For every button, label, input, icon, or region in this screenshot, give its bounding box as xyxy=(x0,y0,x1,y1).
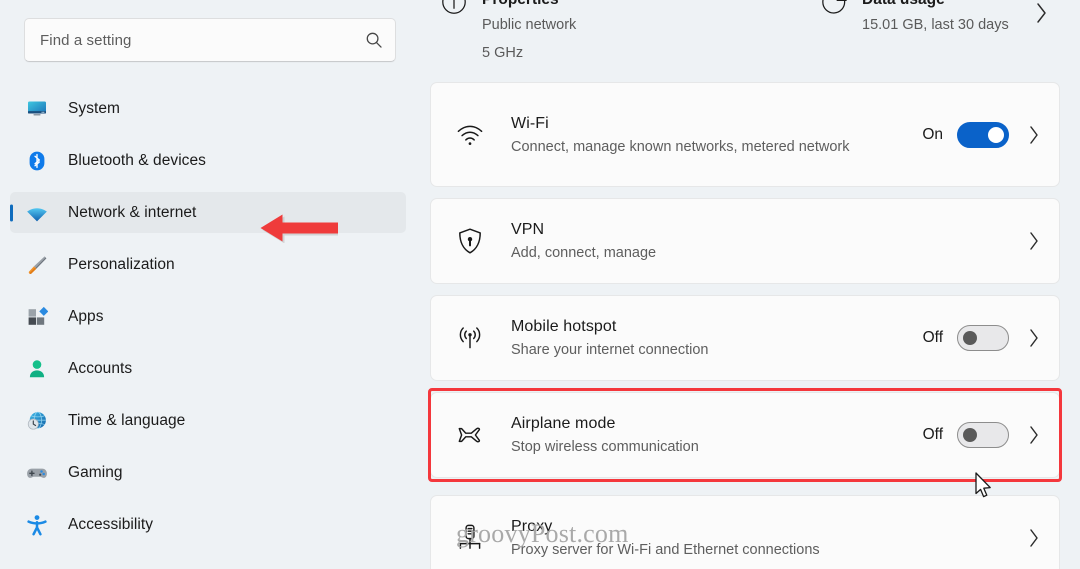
sidebar-item-label: System xyxy=(68,99,120,117)
person-icon xyxy=(26,358,48,380)
chevron-right-icon[interactable] xyxy=(1034,0,1050,31)
sidebar-item-system[interactable]: System xyxy=(10,88,406,129)
search-input-placeholder: Find a setting xyxy=(40,31,132,49)
proxy-server-icon xyxy=(455,523,485,553)
broadcast-tower-icon xyxy=(455,323,485,353)
card-subtitle: Stop wireless communication xyxy=(511,439,699,455)
card-controls xyxy=(1009,230,1041,252)
sidebar: Find a setting System Bluetooth & device… xyxy=(0,0,420,569)
card-subtitle: Connect, manage known networks, metered … xyxy=(511,138,850,155)
card-title: Airplane mode xyxy=(511,415,616,432)
pie-chart-icon xyxy=(820,0,848,16)
sidebar-item-label: Apps xyxy=(68,307,104,325)
sidebar-item-accounts[interactable]: Accounts xyxy=(10,348,406,389)
toggle-state-label: On xyxy=(922,125,943,143)
card-subtitle: Proxy server for Wi-Fi and Ethernet conn… xyxy=(511,542,820,558)
bluetooth-icon xyxy=(26,150,48,172)
paintbrush-icon xyxy=(26,254,48,276)
data-usage-value: 15.01 GB, last 30 days xyxy=(862,16,1009,33)
card-airplane-mode[interactable]: Airplane mode Stop wireless communicatio… xyxy=(430,392,1060,478)
toggle-knob xyxy=(963,428,977,442)
sidebar-item-label: Accessibility xyxy=(68,515,154,533)
info-circle-icon xyxy=(440,0,468,16)
chevron-right-icon[interactable] xyxy=(1027,230,1041,252)
airplane-icon xyxy=(455,420,485,450)
toggle-knob xyxy=(988,126,1004,143)
sidebar-nav: System Bluetooth & devices Network & int… xyxy=(0,88,420,545)
sidebar-item-accessibility[interactable]: Accessibility xyxy=(10,504,406,545)
properties-title: Properties xyxy=(482,0,576,8)
card-subtitle: Share your internet connection xyxy=(511,342,709,358)
network-summary-row: Properties Public network 5 GHz Data usa… xyxy=(430,0,1060,82)
settings-card-list: Wi-Fi Connect, manage known networks, me… xyxy=(428,82,1062,569)
card-vpn[interactable]: VPN Add, connect, manage xyxy=(430,198,1060,284)
mobile-hotspot-toggle[interactable] xyxy=(957,325,1009,351)
search-icon[interactable] xyxy=(365,31,383,49)
sidebar-item-label: Personalization xyxy=(68,255,175,273)
card-title: Mobile hotspot xyxy=(511,318,617,335)
search-input[interactable]: Find a setting xyxy=(24,18,396,62)
sidebar-item-gaming[interactable]: Gaming xyxy=(10,452,406,493)
card-title: Wi-Fi xyxy=(511,114,549,132)
sidebar-item-bluetooth-devices[interactable]: Bluetooth & devices xyxy=(10,140,406,181)
shield-lock-icon xyxy=(455,226,485,256)
card-controls: Off xyxy=(923,325,1041,351)
sidebar-item-label: Network & internet xyxy=(68,203,197,221)
sidebar-item-label: Gaming xyxy=(68,463,123,481)
toggle-state-label: Off xyxy=(922,426,943,443)
chevron-right-icon[interactable] xyxy=(1027,124,1041,146)
globe-clock-icon xyxy=(26,410,48,432)
sidebar-item-label: Time & language xyxy=(68,411,186,429)
sidebar-item-personalization[interactable]: Personalization xyxy=(10,244,406,285)
card-controls: On xyxy=(922,121,1041,148)
card-proxy[interactable]: Proxy Proxy server for Wi-Fi and Etherne… xyxy=(430,495,1060,569)
monitor-icon xyxy=(26,98,48,120)
chevron-right-icon[interactable] xyxy=(1027,327,1041,349)
sidebar-item-label: Bluetooth & devices xyxy=(68,151,206,169)
airplane-mode-toggle[interactable] xyxy=(957,422,1009,448)
sidebar-item-apps[interactable]: Apps xyxy=(10,296,406,337)
wifi-toggle[interactable] xyxy=(957,121,1009,148)
properties-band: 5 GHz xyxy=(482,44,524,61)
card-subtitle: Add, connect, manage xyxy=(511,245,657,261)
card-title: Proxy xyxy=(511,518,553,535)
card-title: VPN xyxy=(511,221,545,238)
settings-window: Find a setting System Bluetooth & device… xyxy=(0,0,1080,569)
data-usage-title: Data usage xyxy=(862,0,1009,8)
wifi-icon xyxy=(26,202,48,224)
apps-blocks-icon xyxy=(26,306,48,328)
toggle-state-label: Off xyxy=(922,329,943,346)
card-controls: Off xyxy=(923,422,1041,448)
card-wifi[interactable]: Wi-Fi Connect, manage known networks, me… xyxy=(430,82,1060,187)
card-mobile-hotspot[interactable]: Mobile hotspot Share your internet conne… xyxy=(430,295,1060,381)
chevron-right-icon[interactable] xyxy=(1027,527,1041,549)
properties-summary[interactable]: Properties Public network 5 GHz xyxy=(430,0,820,82)
sidebar-item-network-internet[interactable]: Network & internet xyxy=(10,192,406,233)
chevron-right-icon[interactable] xyxy=(1027,424,1041,446)
card-controls xyxy=(1009,527,1041,549)
sidebar-item-label: Accounts xyxy=(68,359,133,377)
properties-network-type: Public network xyxy=(482,16,577,33)
data-usage-summary[interactable]: Data usage 15.01 GB, last 30 days xyxy=(820,0,1060,82)
gamepad-icon xyxy=(26,462,48,484)
toggle-knob xyxy=(963,331,977,345)
wifi-signal-icon xyxy=(455,120,485,150)
sidebar-item-time-language[interactable]: Time & language xyxy=(10,400,406,441)
accessibility-icon xyxy=(26,514,48,536)
card-airplane-mode-wrapper: Airplane mode Stop wireless communicatio… xyxy=(428,388,1062,482)
main-content: Properties Public network 5 GHz Data usa… xyxy=(420,0,1080,569)
